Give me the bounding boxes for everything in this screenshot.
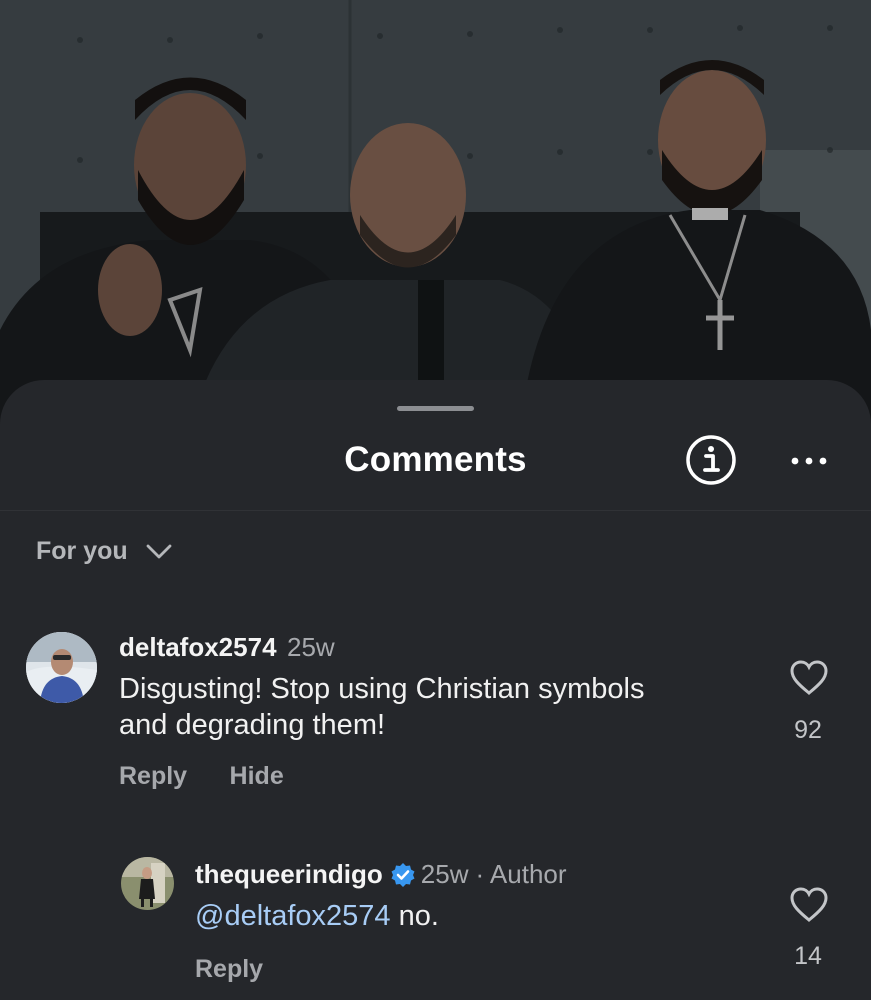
chevron-down-icon bbox=[146, 544, 172, 558]
sheet-title: Comments bbox=[344, 440, 527, 479]
comment-text: @deltafox2574 no. bbox=[195, 898, 439, 934]
heart-icon bbox=[790, 887, 828, 922]
sort-label: For you bbox=[36, 537, 128, 565]
comments-sheet: Comments For you deltafox2574 25w Disgus… bbox=[0, 380, 871, 1000]
sheet-drag-handle[interactable] bbox=[397, 406, 474, 411]
avatar-image bbox=[26, 632, 97, 703]
info-button[interactable] bbox=[685, 434, 737, 486]
like-button[interactable] bbox=[790, 887, 828, 928]
heart-icon bbox=[790, 660, 828, 695]
like-count: 14 bbox=[794, 942, 822, 970]
sort-dropdown[interactable]: For you bbox=[36, 537, 172, 566]
reply-button[interactable]: Reply bbox=[195, 955, 263, 983]
comment-age: 25w bbox=[420, 859, 469, 889]
comment-age: 25w bbox=[286, 632, 335, 662]
like-count: 92 bbox=[794, 716, 822, 744]
comment-text-line: Disgusting! Stop using Christian symbols bbox=[119, 673, 645, 705]
avatar[interactable] bbox=[121, 857, 174, 910]
hide-button[interactable]: Hide bbox=[230, 762, 284, 790]
more-horizontal-icon bbox=[791, 457, 827, 465]
info-icon bbox=[686, 435, 736, 485]
avatar-image bbox=[121, 857, 174, 910]
header-divider bbox=[0, 510, 871, 511]
reply-button[interactable]: Reply bbox=[119, 762, 187, 790]
mention-link[interactable]: @deltafox2574 bbox=[195, 900, 391, 932]
comment-username[interactable]: deltafox2574 bbox=[119, 632, 277, 662]
avatar[interactable] bbox=[26, 632, 97, 703]
comment-text: Disgusting! Stop using Christian symbols… bbox=[119, 671, 759, 743]
comment-text-body: no. bbox=[390, 900, 439, 932]
video-background bbox=[0, 0, 871, 430]
video-frame-image bbox=[0, 0, 871, 430]
comment-username[interactable]: thequeerindigo bbox=[195, 859, 383, 890]
author-tag: · Author bbox=[475, 859, 567, 889]
verified-badge-icon bbox=[391, 862, 415, 887]
comment-text-line: and degrading them! bbox=[119, 709, 386, 741]
more-options-button[interactable] bbox=[787, 446, 831, 476]
like-button[interactable] bbox=[790, 660, 828, 701]
